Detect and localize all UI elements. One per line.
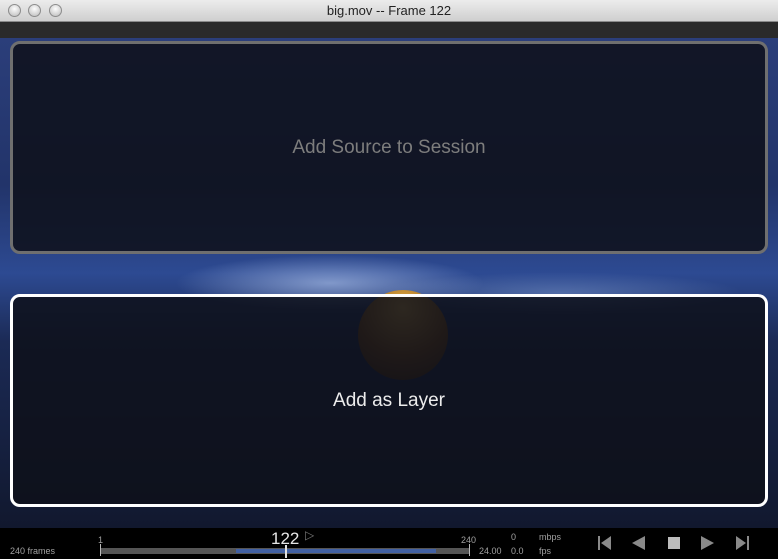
- timeline-playhead[interactable]: [285, 545, 287, 558]
- timeline-end-tick: [469, 544, 470, 556]
- data-rate-unit: mbps: [539, 532, 562, 542]
- add-as-layer-label: Add as Layer: [333, 389, 445, 411]
- actual-fps-value: 0.0: [511, 546, 524, 556]
- viewer-top-strip: [0, 22, 778, 38]
- data-rate-value: 0: [511, 532, 517, 542]
- step-forward-icon: [736, 536, 749, 550]
- timeline-start-tick: [100, 544, 101, 556]
- fps-unit: fps: [539, 546, 552, 556]
- image-viewer[interactable]: Add Source to Session Add as Layer: [0, 22, 778, 528]
- play-button[interactable]: [698, 534, 718, 552]
- play-reverse-icon: [632, 536, 645, 550]
- timeline-in-out-range[interactable]: [236, 549, 436, 553]
- step-forward-button[interactable]: [733, 534, 753, 552]
- add-source-label: Add Source to Session: [292, 136, 486, 158]
- play-icon: [701, 536, 714, 550]
- add-source-to-session-drop-zone[interactable]: Add Source to Session: [10, 41, 768, 254]
- add-as-layer-drop-zone[interactable]: Add as Layer: [10, 294, 768, 507]
- fps-target-value: 24.00: [479, 546, 502, 556]
- play-reverse-button[interactable]: [628, 534, 648, 552]
- window-titlebar: big.mov -- Frame 122: [0, 0, 778, 22]
- stop-icon: [668, 537, 680, 549]
- stop-button[interactable]: [665, 534, 683, 552]
- frame-count-label: 240 frames: [10, 546, 56, 556]
- window-title: big.mov -- Frame 122: [326, 3, 452, 18]
- play-direction-marker-icon: ▷: [305, 528, 315, 542]
- step-back-icon: [598, 536, 611, 550]
- timeline-bar: 240 frames 1 240 122 ▷ 24.00 0 0.0 mbps …: [0, 528, 778, 559]
- step-back-button[interactable]: [594, 534, 614, 552]
